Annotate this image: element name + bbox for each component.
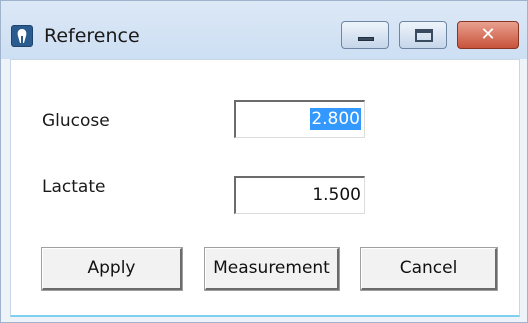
minimize-icon [358,37,374,41]
lactate-label: Lactate [42,177,106,197]
minimize-button[interactable] [341,21,389,49]
measurement-button[interactable]: Measurement [204,247,340,291]
close-button[interactable]: ✕ [457,21,519,49]
window-title: Reference [44,25,140,47]
close-icon: ✕ [480,24,496,45]
dialog-body: Glucose 2.800 Lactate 1.500 Apply Measur… [10,59,520,317]
reference-dialog: Reference ✕ Glucose 2.800 Lactate 1.500 … [0,0,528,323]
glucose-label: Glucose [42,111,110,131]
maximize-button[interactable] [399,21,447,49]
glucose-value-selected: 2.800 [310,108,361,130]
glucose-input[interactable]: 2.800 [234,100,365,138]
maximize-icon [415,29,433,42]
apply-button[interactable]: Apply [41,247,183,291]
cancel-button[interactable]: Cancel [360,247,498,291]
app-icon[interactable] [11,25,33,47]
lactate-input[interactable]: 1.500 [234,176,365,214]
title-bar[interactable]: Reference ✕ [1,1,527,59]
